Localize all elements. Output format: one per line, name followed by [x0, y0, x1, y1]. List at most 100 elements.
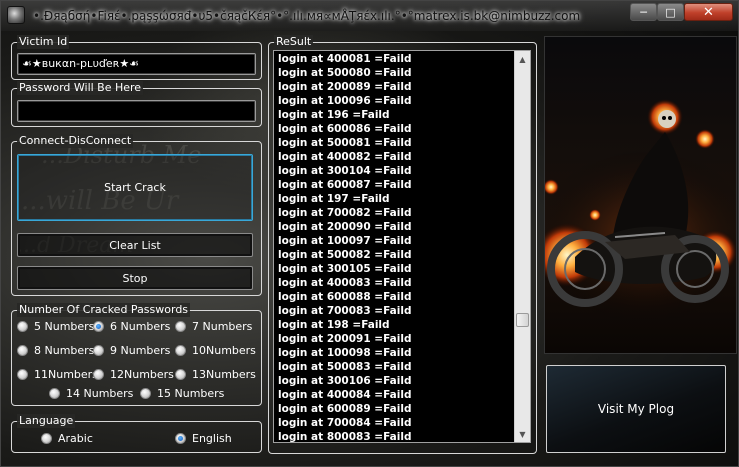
start-crack-label: Start Crack [104, 181, 166, 194]
radio-12-numbers[interactable]: 12Numbers [93, 368, 174, 381]
password-label: Password Will Be Here [17, 81, 144, 95]
list-item[interactable]: login at 500083 =Faild [278, 360, 514, 374]
connect-label: Connect-DisConnect [17, 134, 134, 148]
radio-9-numbers-indicator[interactable] [93, 345, 104, 356]
radio-12-numbers-label: 12Numbers [110, 368, 174, 381]
list-item[interactable]: login at 100098 =Faild [278, 346, 514, 360]
maximize-icon: □ [665, 5, 676, 19]
password-output-field[interactable] [17, 100, 256, 122]
clear-list-button[interactable]: Clear List [17, 233, 253, 257]
radio-14-numbers-indicator[interactable] [49, 388, 60, 399]
list-item[interactable]: login at 500080 =Faild [278, 66, 514, 80]
radio-english-indicator[interactable] [175, 433, 186, 444]
result-list[interactable]: login at 400081 =Faild login at 500080 =F… [273, 50, 531, 443]
radio-6-numbers-indicator[interactable] [93, 321, 104, 332]
list-item[interactable]: login at 500081 =Faild [278, 136, 514, 150]
radio-8-numbers-indicator[interactable] [17, 345, 28, 356]
radio-arabic-indicator[interactable] [41, 433, 52, 444]
radio-11-numbers-indicator[interactable] [17, 369, 28, 380]
clear-list-label: Clear List [109, 238, 161, 252]
app-icon[interactable] [7, 6, 25, 24]
radio-7-numbers-label: 7 Numbers [192, 320, 253, 333]
radio-9-numbers-label: 9 Numbers [110, 344, 171, 357]
radio-10-numbers[interactable]: 10Numbers [175, 344, 256, 357]
radio-7-numbers[interactable]: 7 Numbers [175, 320, 252, 333]
language-label: Language [17, 414, 76, 428]
close-button[interactable]: ✕ [684, 3, 733, 21]
radio-english-label: English [192, 432, 232, 445]
radio-15-numbers[interactable]: 15 Numbers [140, 387, 224, 400]
list-item[interactable]: login at 600086 =Faild [278, 122, 514, 136]
victim-id-input[interactable]: ☙★вuкαn-pʟυďeʀ★☙ [17, 53, 256, 75]
list-item[interactable]: login at 300106 =Faild [278, 374, 514, 388]
list-item[interactable]: login at 700084 =Faild [278, 416, 514, 430]
radio-6-numbers[interactable]: 6 Numbers [93, 320, 170, 333]
cracked-count-label: Number Of Cracked Passwords [17, 303, 191, 317]
radio-11-numbers[interactable]: 11Numbers [17, 368, 98, 381]
radio-10-numbers-label: 10Numbers [192, 344, 256, 357]
radio-12-numbers-indicator[interactable] [93, 369, 104, 380]
title-bar[interactable]: •.Ðяąбσή•Fiяέ•.pąşşώσяđ•υ5•čяąčКέя°•°.ıl… [1, 1, 738, 31]
radio-13-numbers-label: 13Numbers [192, 368, 256, 381]
list-item[interactable]: login at 800083 =Faild [278, 430, 514, 442]
radio-14-numbers-label: 14 Numbers [66, 387, 134, 400]
start-crack-button[interactable]: Start Crack [17, 154, 253, 221]
close-icon: ✕ [703, 4, 714, 20]
list-item[interactable]: login at 197 =Faild [278, 192, 514, 206]
radio-8-numbers-label: 8 Numbers [34, 344, 95, 357]
list-item[interactable]: login at 700082 =Faild [278, 206, 514, 220]
list-item[interactable]: login at 500082 =Faild [278, 248, 514, 262]
radio-5-numbers[interactable]: 5 Numbers [17, 320, 94, 333]
password-group: Password Will Be Here [11, 81, 262, 127]
radio-10-numbers-indicator[interactable] [175, 345, 186, 356]
list-item[interactable]: login at 100096 =Faild [278, 94, 514, 108]
scroll-down-icon[interactable]: ▼ [515, 426, 530, 442]
maximize-button[interactable]: □ [657, 3, 684, 21]
list-item[interactable]: login at 700083 =Faild [278, 304, 514, 318]
minimize-icon: ─ [640, 5, 647, 19]
radio-15-numbers-indicator[interactable] [140, 388, 151, 399]
radio-arabic[interactable]: Arabic [41, 432, 93, 445]
list-item[interactable]: login at 400084 =Faild [278, 388, 514, 402]
list-item[interactable]: login at 300105 =Faild [278, 262, 514, 276]
visit-plog-label: Visit My Plog [597, 402, 675, 416]
result-scrollbar[interactable]: ▲ ▼ [514, 51, 530, 442]
window-title: •.Ðяąбσή•Fiяέ•.pąşşώσяđ•υ5•čяąčКέя°•°.ıl… [33, 9, 581, 23]
motorcycle-rider-image [545, 37, 736, 353]
radio-7-numbers-indicator[interactable] [175, 321, 186, 332]
radio-5-numbers-indicator[interactable] [17, 321, 28, 332]
list-item[interactable]: login at 200091 =Faild [278, 332, 514, 346]
list-item[interactable]: login at 196 =Faild [278, 108, 514, 122]
stop-label: Stop [122, 271, 148, 285]
list-item[interactable]: login at 198 =Faild [278, 318, 514, 332]
radio-8-numbers[interactable]: 8 Numbers [17, 344, 94, 357]
radio-15-numbers-label: 15 Numbers [157, 387, 225, 400]
radio-5-numbers-label: 5 Numbers [34, 320, 95, 333]
radio-11-numbers-label: 11Numbers [34, 368, 98, 381]
list-item[interactable]: login at 400083 =Faild [278, 276, 514, 290]
scroll-up-icon[interactable]: ▲ [515, 51, 530, 67]
radio-arabic-label: Arabic [58, 432, 93, 445]
list-item[interactable]: login at 200089 =Faild [278, 80, 514, 94]
minimize-button[interactable]: ─ [630, 3, 657, 21]
scroll-thumb[interactable] [516, 313, 529, 327]
main-window: ...Disturb Me ...will Be Ur ...d Dream •… [0, 0, 739, 467]
visit-plog-button[interactable]: Visit My Plog [546, 365, 726, 453]
list-item[interactable]: login at 600087 =Faild [278, 178, 514, 192]
radio-13-numbers-indicator[interactable] [175, 369, 186, 380]
result-label: ReSult [274, 35, 314, 49]
radio-13-numbers[interactable]: 13Numbers [175, 368, 256, 381]
radio-9-numbers[interactable]: 9 Numbers [93, 344, 170, 357]
list-item[interactable]: login at 400081 =Faild [278, 52, 514, 66]
list-item[interactable]: login at 600088 =Faild [278, 290, 514, 304]
stop-button[interactable]: Stop [17, 266, 253, 290]
victim-id-label: Victim Id [17, 35, 70, 49]
radio-14-numbers[interactable]: 14 Numbers [49, 387, 133, 400]
list-item[interactable]: login at 600089 =Faild [278, 402, 514, 416]
list-item[interactable]: login at 200090 =Faild [278, 220, 514, 234]
connect-group: Connect-DisConnect Start Crack Clear Lis… [11, 134, 262, 296]
radio-english[interactable]: English [175, 432, 232, 445]
list-item[interactable]: login at 100097 =Faild [278, 234, 514, 248]
list-item[interactable]: login at 300104 =Faild [278, 164, 514, 178]
list-item[interactable]: login at 400082 =Faild [278, 150, 514, 164]
